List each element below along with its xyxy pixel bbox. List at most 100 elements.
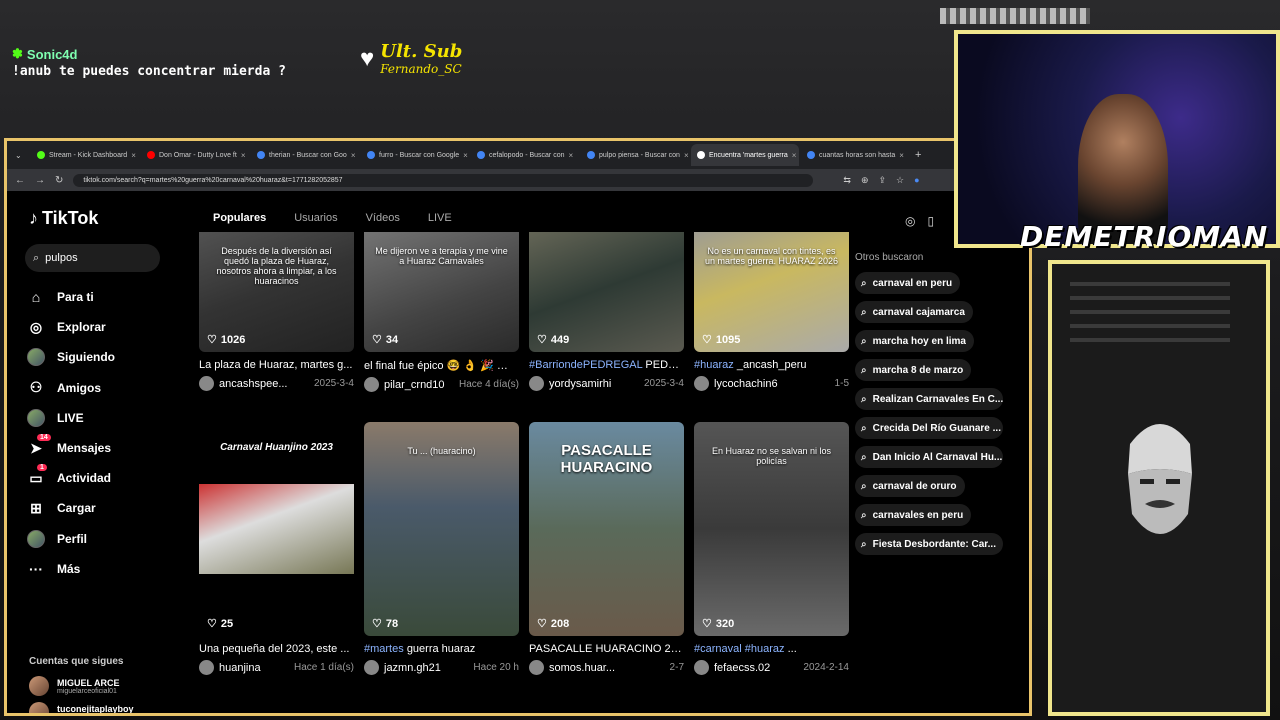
- result-tab[interactable]: Populares: [213, 212, 285, 234]
- browser-tab[interactable]: cuantas horas son hasta ×: [801, 144, 909, 166]
- author-name[interactable]: lycochachin6: [714, 378, 778, 390]
- video-thumbnail[interactable]: Me dijeron ve a terapia y me vine a Huar…: [364, 232, 519, 352]
- tiktok-logo[interactable]: ♪ TikTok: [29, 208, 98, 229]
- star-icon[interactable]: ☆: [896, 175, 904, 186]
- tab-list-icon[interactable]: ⌄: [15, 151, 29, 160]
- author-name[interactable]: somos.huar...: [549, 662, 615, 674]
- video-card[interactable]: En Huaraz no se salvan ni los policías ♡…: [694, 422, 849, 675]
- sidebar-item[interactable]: ➤ 14 Mensajes: [27, 433, 115, 463]
- video-caption[interactable]: Una pequeña del 2023, este ...: [199, 643, 354, 655]
- translate-icon[interactable]: ⇆: [843, 175, 851, 186]
- close-icon[interactable]: ×: [569, 151, 574, 160]
- avatar[interactable]: [199, 376, 214, 391]
- browser-tab[interactable]: furro - Buscar con Google ×: [361, 144, 469, 166]
- related-search-chip[interactable]: ⌕ Realizan Carnavales En C...: [855, 388, 1003, 410]
- related-search-chip[interactable]: ⌕ Fiesta Desbordante: Car...: [855, 533, 1003, 555]
- share-icon[interactable]: ⇪: [878, 175, 886, 186]
- avatar[interactable]: [529, 660, 544, 675]
- related-search-chip[interactable]: ⌕ marcha 8 de marzo: [855, 359, 972, 381]
- author-name[interactable]: jazmn.gh21: [384, 662, 441, 674]
- close-icon[interactable]: ×: [351, 151, 356, 160]
- video-card[interactable]: No es un carnaval con tintes, es un mart…: [694, 232, 849, 391]
- close-icon[interactable]: ×: [899, 151, 904, 160]
- result-tab[interactable]: Usuarios: [294, 212, 355, 234]
- video-card[interactable]: Después de la diversión así quedó la pla…: [199, 232, 354, 391]
- sidebar-item[interactable]: ⊞ Cargar: [27, 493, 115, 523]
- video-caption[interactable]: #carnaval #huaraz ...: [694, 643, 849, 655]
- video-caption[interactable]: La plaza de Huaraz, martes g...: [199, 359, 354, 371]
- video-thumbnail[interactable]: Después de la diversión así quedó la pla…: [199, 232, 354, 352]
- video-thumbnail[interactable]: No es un carnaval con tintes, es un mart…: [694, 232, 849, 352]
- browser-tab[interactable]: cefalopodo - Buscar con ×: [471, 144, 579, 166]
- sidebar-item[interactable]: Perfil: [27, 524, 115, 554]
- close-icon[interactable]: ×: [241, 151, 246, 160]
- avatar[interactable]: [364, 377, 379, 392]
- avatar[interactable]: [694, 660, 709, 675]
- compass-icon[interactable]: ◎: [905, 214, 915, 228]
- video-thumbnail[interactable]: ♡ 449: [529, 232, 684, 352]
- browser-tab[interactable]: Don Omar - Dutty Love ft ×: [141, 144, 249, 166]
- close-icon[interactable]: ×: [792, 151, 797, 160]
- sidebar-item[interactable]: ▭ 1 Actividad: [27, 463, 115, 493]
- video-thumbnail[interactable]: Tu ... (huaracino) ♡ 78: [364, 422, 519, 636]
- hashtag[interactable]: #BarriondePEDREGAL: [529, 359, 642, 371]
- browser-tab[interactable]: pulpo piensa - Buscar con ×: [581, 144, 689, 166]
- video-caption[interactable]: PASACALLE HUARACINO 2026: [529, 643, 684, 655]
- author-name[interactable]: huanjina: [219, 662, 261, 674]
- close-icon[interactable]: ×: [684, 151, 689, 160]
- video-card[interactable]: Carnaval Huanjino 2023 ♡ 25 Una pequeña d…: [199, 422, 354, 675]
- avatar[interactable]: [199, 660, 214, 675]
- author-name[interactable]: fefaecss.02: [714, 662, 770, 674]
- hashtag[interactable]: #martes: [364, 643, 404, 655]
- video-caption[interactable]: #martes guerra huaraz: [364, 643, 519, 655]
- related-search-chip[interactable]: ⌕ carnaval cajamarca: [855, 301, 973, 323]
- video-card[interactable]: ♡449 #BarriondePEDREGAL PEDREGAL ... yor…: [529, 232, 684, 391]
- extension-icon[interactable]: ●: [914, 175, 919, 186]
- followed-account[interactable]: MIGUEL ARCE miguelarceoficial01: [29, 676, 120, 696]
- sidebar-item[interactable]: Siguiendo: [27, 342, 115, 372]
- video-caption[interactable]: el final fue épico 🤓 👌 🎉 🙂 ...: [364, 359, 519, 372]
- sidebar-item[interactable]: ⌂ Para ti: [27, 282, 115, 312]
- reload-icon[interactable]: ↻: [55, 175, 63, 186]
- search-input[interactable]: ⌕ pulpos: [25, 244, 160, 272]
- new-tab-button[interactable]: +: [915, 149, 921, 161]
- zoom-icon[interactable]: ⊕: [861, 175, 869, 186]
- related-search-chip[interactable]: ⌕ Crecida Del Río Guanare ...: [855, 417, 1003, 439]
- video-card[interactable]: Tu ... (huaracino) ♡ 78 #martes guerra hu…: [364, 422, 519, 675]
- url-field[interactable]: tiktok.com/search?q=martes%20guerra%20ca…: [73, 173, 814, 187]
- related-search-chip[interactable]: ⌕ carnaval en peru: [855, 272, 961, 294]
- sidebar-item[interactable]: ⚇ Amigos: [27, 373, 115, 403]
- avatar[interactable]: [364, 660, 379, 675]
- hashtag[interactable]: #huaraz: [694, 359, 734, 371]
- browser-tab[interactable]: Stream - Kick Dashboard ×: [31, 144, 139, 166]
- close-icon[interactable]: ×: [131, 151, 136, 160]
- result-tab[interactable]: LIVE: [428, 212, 470, 234]
- author-name[interactable]: pilar_crnd10: [384, 379, 445, 391]
- related-search-chip[interactable]: ⌕ carnaval de oruro: [855, 475, 965, 497]
- related-search-chip[interactable]: ⌕ carnavales en peru: [855, 504, 972, 526]
- back-icon[interactable]: ←: [15, 175, 25, 186]
- video-caption[interactable]: #BarriondePEDREGAL PEDREGAL ...: [529, 359, 684, 371]
- related-search-chip[interactable]: ⌕ marcha hoy en lima: [855, 330, 974, 352]
- sidebar-item[interactable]: ··· Más: [27, 554, 115, 584]
- video-caption[interactable]: #huaraz _ancash_peru: [694, 359, 849, 371]
- browser-tab[interactable]: Encuentra 'martes guerra ×: [691, 144, 799, 166]
- close-icon[interactable]: ×: [463, 151, 468, 160]
- related-search-chip[interactable]: ⌕ Dan Inicio Al Carnaval Hu...: [855, 446, 1003, 468]
- avatar[interactable]: [529, 376, 544, 391]
- avatar[interactable]: [694, 376, 709, 391]
- video-card[interactable]: PASACALLE HUARACINO ♡ 208 PASACALLE HUARA…: [529, 422, 684, 675]
- followed-account[interactable]: tuconejitaplayboytuconejitaplayboy4: [29, 702, 134, 713]
- video-thumbnail[interactable]: En Huaraz no se salvan ni los policías ♡…: [694, 422, 849, 636]
- sidebar-item[interactable]: LIVE: [27, 403, 115, 433]
- video-card[interactable]: Me dijeron ve a terapia y me vine a Huar…: [364, 232, 519, 392]
- forward-icon[interactable]: →: [35, 175, 45, 186]
- video-thumbnail[interactable]: PASACALLE HUARACINO ♡ 208: [529, 422, 684, 636]
- author-name[interactable]: ancashspee...: [219, 378, 288, 390]
- hashtag[interactable]: #carnaval #huaraz: [694, 643, 785, 655]
- result-tab[interactable]: Vídeos: [366, 212, 418, 234]
- video-thumbnail[interactable]: Carnaval Huanjino 2023 ♡ 25: [199, 422, 354, 636]
- author-name[interactable]: yordysamirhi: [549, 378, 611, 390]
- device-icon[interactable]: ▯: [927, 214, 934, 228]
- browser-tab[interactable]: therian - Buscar con Goo ×: [251, 144, 359, 166]
